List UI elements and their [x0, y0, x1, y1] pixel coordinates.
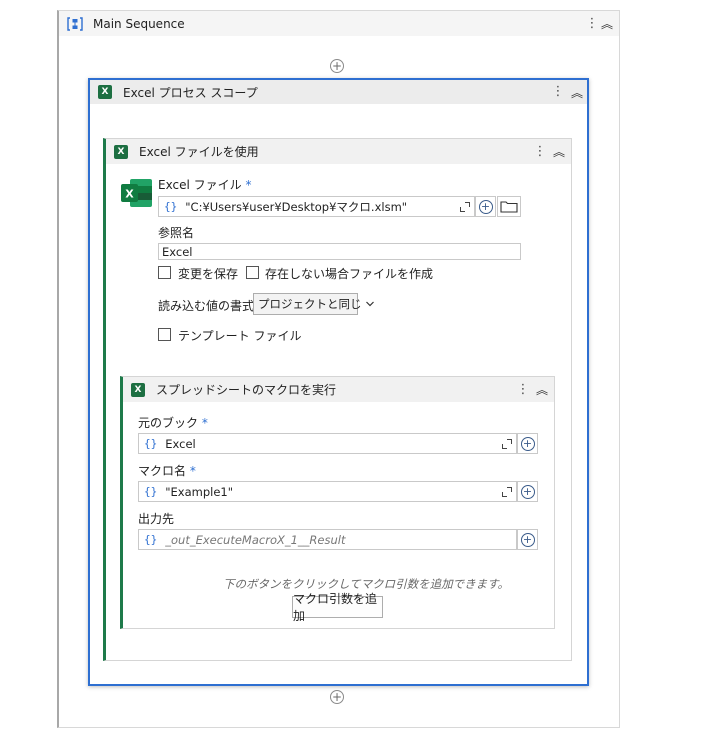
excel-file-value: "C:¥Users¥user¥Desktop¥マクロ.xlsm" [185, 199, 408, 214]
plus-icon: + [331, 690, 343, 704]
save-changes-checkbox[interactable] [158, 266, 171, 279]
use-excel-file-header[interactable]: X Excel ファイルを使用 ⋮ ︽ [106, 139, 571, 164]
macro-name-label: マクロ名 * [138, 462, 196, 479]
macro-name-value: "Example1" [165, 484, 234, 499]
run-macro-header[interactable]: X スプレッドシートのマクロを実行 ⋮ ︽ [123, 377, 554, 402]
source-book-field[interactable]: {} Excel [138, 433, 517, 454]
plus-icon: + [520, 436, 535, 451]
reference-name-input[interactable]: Excel [158, 243, 521, 260]
sequence-icon [67, 16, 83, 32]
reference-name-label: 参照名 [158, 226, 195, 240]
use-excel-file-title: Excel ファイルを使用 [139, 145, 259, 159]
source-book-value: Excel [165, 436, 196, 451]
expand-editor-icon[interactable] [502, 486, 512, 497]
collapse-icon[interactable]: ︽ [551, 143, 567, 160]
expression-icon: {} [144, 437, 158, 450]
expression-icon: {} [164, 200, 178, 213]
plus-icon: + [520, 532, 535, 547]
expand-editor-icon[interactable] [460, 201, 470, 212]
output-plus-button[interactable]: + [517, 529, 538, 550]
plus-icon: + [520, 484, 535, 499]
add-activity-bottom-button[interactable]: + [330, 690, 344, 704]
macro-name-plus-button[interactable]: + [517, 481, 538, 502]
create-if-missing-checkbox[interactable] [246, 266, 259, 279]
more-options-icon[interactable]: ⋮ [585, 17, 599, 30]
excel-file-field[interactable]: {} "C:¥Users¥user¥Desktop¥マクロ.xlsm" [158, 196, 475, 217]
collapse-icon[interactable]: ︽ [534, 381, 550, 398]
excel-file-label: Excel ファイル * [158, 176, 251, 193]
collapse-icon[interactable]: ︽ [599, 15, 615, 32]
more-options-icon[interactable]: ⋮ [551, 85, 565, 98]
read-format-select[interactable]: プロジェクトと同じ [253, 293, 374, 315]
more-options-icon[interactable]: ⋮ [516, 383, 530, 396]
main-sequence-header[interactable]: Main Sequence ⋮ ︽ [59, 11, 619, 36]
required-mark: * [189, 464, 196, 478]
excel-large-icon: X [120, 178, 154, 208]
create-if-missing-label: 存在しない場合ファイルを作成 [265, 267, 434, 281]
svg-text:X: X [125, 188, 134, 201]
more-options-icon[interactable]: ⋮ [533, 145, 547, 158]
macro-name-label-text: マクロ名 [138, 464, 187, 478]
macro-name-field[interactable]: {} "Example1" [138, 481, 517, 502]
output-field[interactable]: {} _out_ExecuteMacroX_1__Result [138, 529, 517, 550]
excel-file-plus-button[interactable]: + [475, 196, 496, 217]
reference-name-value: Excel [162, 244, 193, 259]
source-book-label-text: 元のブック [138, 416, 199, 430]
required-mark: * [245, 178, 252, 192]
output-value: _out_ExecuteMacroX_1__Result [165, 532, 346, 547]
add-activity-top-button[interactable]: + [330, 59, 344, 73]
excel-icon: X [131, 382, 145, 397]
chevron-down-icon [365, 301, 374, 307]
save-changes-label: 変更を保存 [178, 267, 239, 281]
excel-process-scope-header[interactable]: X Excel プロセス スコープ ⋮ ︽ [90, 80, 587, 104]
collapse-icon[interactable]: ︽ [569, 84, 585, 101]
excel-icon: X [114, 144, 128, 159]
expression-icon: {} [144, 533, 158, 546]
excel-process-scope-title: Excel プロセス スコープ [123, 85, 258, 100]
browse-folder-button[interactable] [497, 196, 521, 217]
output-label: 出力先 [138, 512, 175, 526]
read-format-value: プロジェクトと同じ [258, 297, 362, 311]
run-macro-title: スプレッドシートのマクロを実行 [156, 383, 337, 397]
excel-file-label-text: Excel ファイル [158, 178, 242, 192]
template-file-label: テンプレート ファイル [178, 329, 302, 343]
expand-editor-icon[interactable] [502, 438, 512, 449]
excel-icon: X [98, 85, 112, 99]
required-mark: * [201, 416, 208, 430]
folder-icon [500, 200, 518, 213]
expression-icon: {} [144, 485, 158, 498]
read-format-label: 読み込む値の書式 [158, 299, 255, 313]
source-book-label: 元のブック * [138, 414, 208, 431]
source-book-plus-button[interactable]: + [517, 433, 538, 454]
add-macro-arguments-button[interactable]: マクロ引数を追加 [292, 592, 383, 623]
plus-icon: + [331, 59, 343, 73]
plus-icon: + [478, 199, 493, 214]
template-file-checkbox[interactable] [158, 328, 171, 341]
main-sequence-title: Main Sequence [93, 16, 185, 31]
